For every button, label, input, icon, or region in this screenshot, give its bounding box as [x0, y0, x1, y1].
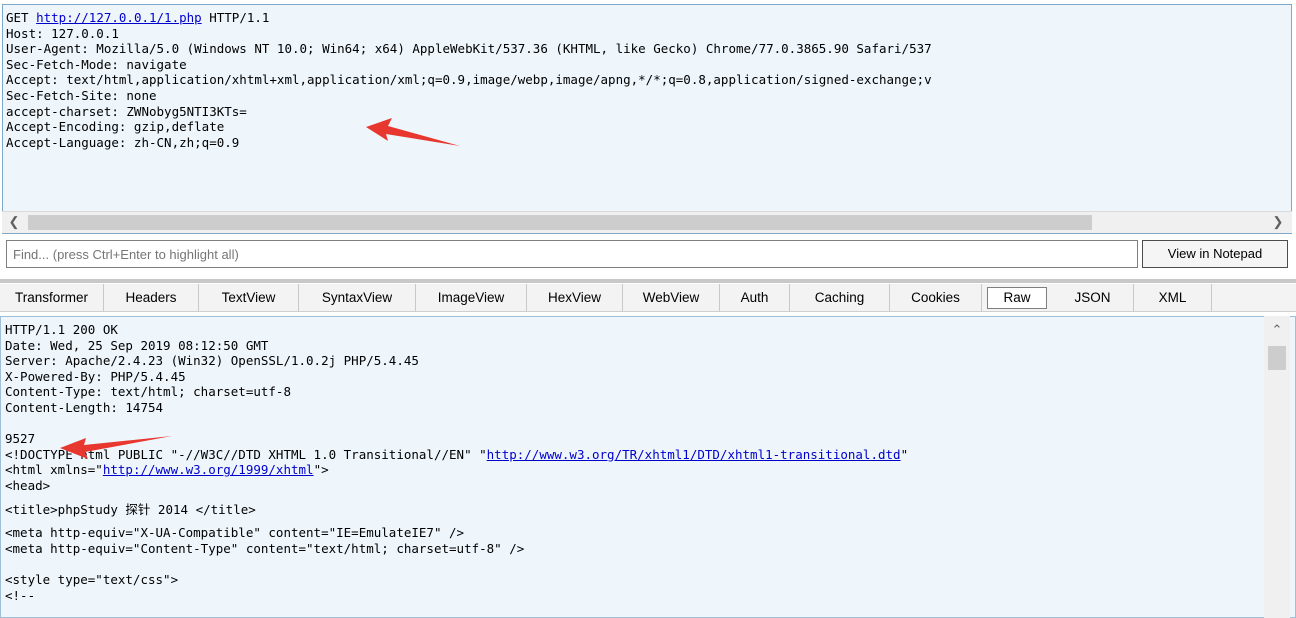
header-line: Accept-Encoding: gzip,deflate [6, 119, 225, 135]
scrollbar-thumb[interactable] [28, 215, 1092, 230]
tab-json[interactable]: JSON [1052, 284, 1134, 311]
comment-line: <!-- [5, 587, 36, 603]
xhtml-namespace-link[interactable]: http://www.w3.org/1999/xhtml [103, 462, 314, 477]
html-tag-line: <html xmlns="http://www.w3.org/1999/xhtm… [5, 462, 329, 478]
response-tabs: Transformer Headers TextView SyntaxView … [0, 284, 1296, 312]
tab-hexview[interactable]: HexView [527, 284, 623, 311]
request-method: GET [6, 10, 29, 25]
status-line: HTTP/1.1 200 OK [5, 322, 118, 337]
tab-imageview[interactable]: ImageView [416, 284, 527, 311]
tab-headers[interactable]: Headers [104, 284, 199, 311]
header-line: Sec-Fetch-Mode: navigate [6, 56, 187, 72]
tab-textview[interactable]: TextView [199, 284, 299, 311]
tab-transformer[interactable]: Transformer [0, 284, 104, 311]
response-header-line: Content-Length: 14754 [5, 399, 164, 415]
tab-caching[interactable]: Caching [790, 284, 890, 311]
response-raw-pane[interactable]: HTTP/1.1 200 OK Date: Wed, 25 Sep 2019 0… [0, 316, 1296, 618]
request-horizontal-scrollbar[interactable]: ❮ ❯ [2, 211, 1292, 233]
scroll-left-icon[interactable]: ❮ [6, 214, 22, 230]
tab-syntaxview[interactable]: SyntaxView [299, 284, 416, 311]
scroll-right-icon[interactable]: ❯ [1270, 214, 1286, 230]
pane-splitter[interactable] [0, 279, 1296, 283]
doctype-line: <!DOCTYPE html PUBLIC "-//W3C//DTD XHTML… [5, 446, 909, 462]
meta-line: <meta http-equiv="Content-Type" content=… [5, 540, 525, 556]
header-line-accept-charset: accept-charset: ZWNobyg5NTI3KTs= [6, 103, 247, 119]
header-line: Accept: text/html,application/xhtml+xml,… [6, 72, 932, 88]
tab-webview[interactable]: WebView [623, 284, 720, 311]
request-raw-pane[interactable]: GET http://127.0.0.1/1.php HTTP/1.1 Host… [2, 4, 1292, 234]
response-header-line: Date: Wed, 25 Sep 2019 08:12:50 GMT [5, 337, 269, 353]
header-line: Sec-Fetch-Site: none [6, 87, 157, 103]
tab-auth[interactable]: Auth [720, 284, 790, 311]
response-header-line: X-Powered-By: PHP/5.4.45 [5, 368, 186, 384]
response-text: HTTP/1.1 200 OK Date: Wed, 25 Sep 2019 0… [5, 322, 908, 603]
tab-xml[interactable]: XML [1134, 284, 1212, 311]
title-tag-line: <title>phpStudy 探针 2014 </title> [5, 501, 256, 517]
response-header-line: Server: Apache/2.4.23 (Win32) OpenSSL/1.… [5, 353, 419, 369]
view-in-notepad-button[interactable]: View in Notepad [1142, 240, 1288, 268]
request-text: GET http://127.0.0.1/1.php HTTP/1.1 Host… [6, 10, 932, 150]
header-line: User-Agent: Mozilla/5.0 (Windows NT 10.0… [6, 41, 932, 57]
header-line: Accept-Language: zh-CN,zh;q=0.9 [6, 134, 240, 150]
response-vertical-scrollbar[interactable]: ⌃ [1264, 316, 1290, 618]
header-line: Host: 127.0.0.1 [6, 25, 119, 41]
style-tag-line: <style type="text/css"> [5, 571, 179, 587]
response-header-line: Content-Type: text/html; charset=utf-8 [5, 384, 291, 400]
scrollbar-thumb[interactable] [1268, 346, 1286, 370]
request-protocol: HTTP/1.1 [209, 10, 270, 25]
tab-cookies[interactable]: Cookies [890, 284, 982, 311]
tab-raw[interactable]: Raw [987, 287, 1047, 309]
head-tag-line: <head> [5, 477, 51, 493]
request-url-link[interactable]: http://127.0.0.1/1.php [36, 10, 202, 25]
scroll-up-icon[interactable]: ⌃ [1269, 322, 1285, 338]
meta-line: <meta http-equiv="X-UA-Compatible" conte… [5, 525, 465, 541]
find-box [6, 240, 1138, 268]
dtd-link[interactable]: http://www.w3.org/TR/xhtml1/DTD/xhtml1-t… [487, 447, 901, 462]
body-line-9527: 9527 [5, 431, 36, 447]
find-input[interactable] [7, 241, 1137, 267]
